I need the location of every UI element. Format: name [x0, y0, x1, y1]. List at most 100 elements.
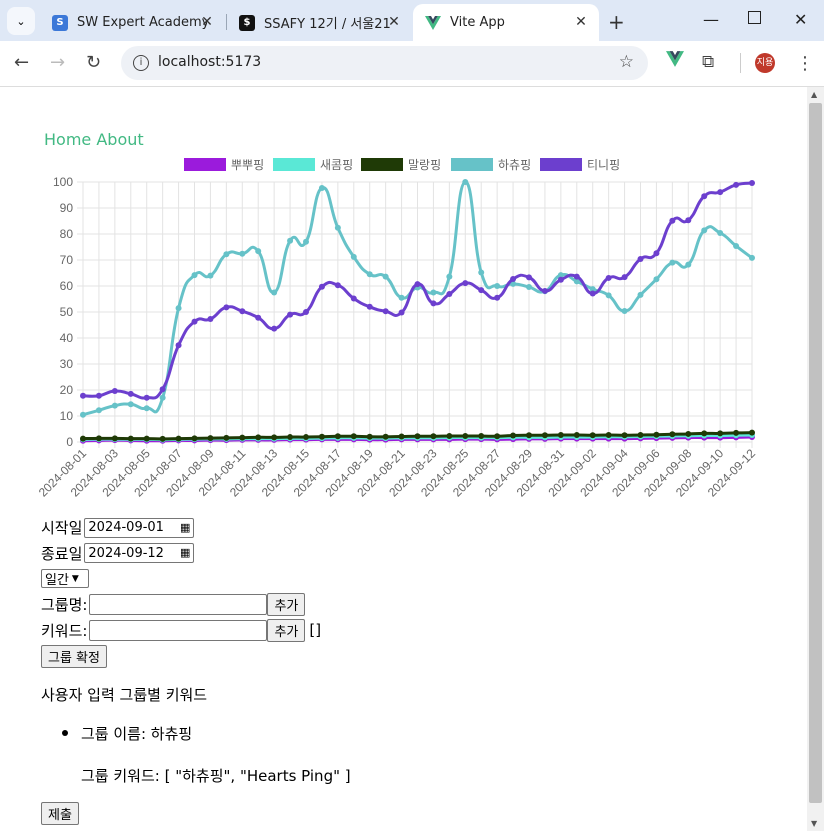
scroll-down-icon[interactable]: ▼: [811, 819, 817, 828]
data-point: [669, 259, 676, 266]
data-point: [95, 392, 102, 399]
data-point: [271, 289, 278, 296]
scroll-up-icon[interactable]: ▲: [811, 90, 817, 99]
calendar-icon[interactable]: ▦: [180, 521, 190, 534]
confirm-group-button[interactable]: 그룹 확정: [41, 645, 107, 669]
scroll-thumb[interactable]: [809, 103, 822, 803]
legend-swatch: [184, 158, 226, 171]
y-tick-label: 70: [60, 253, 74, 267]
data-point: [398, 294, 405, 301]
data-point: [573, 431, 580, 438]
browser-toolbar: ← → ↻ i localhost:5173 ☆ ⧉: [0, 41, 824, 87]
data-point: [733, 181, 740, 188]
data-point: [382, 433, 389, 440]
close-icon[interactable]: ✕: [573, 14, 589, 30]
data-point: [111, 435, 118, 442]
site-info-icon[interactable]: i: [133, 55, 149, 71]
data-point: [430, 300, 437, 307]
minimize-icon[interactable]: —: [703, 10, 719, 29]
chevron-down-icon: ⌄: [16, 14, 26, 28]
data-point: [350, 295, 357, 302]
data-point: [462, 433, 469, 440]
tab-vite-app[interactable]: Vite App ✕: [413, 4, 599, 41]
start-date-label: 시작일: [41, 519, 83, 538]
data-point: [191, 272, 198, 279]
data-point: [127, 435, 134, 442]
close-icon[interactable]: ✕: [199, 14, 215, 30]
back-icon[interactable]: ←: [14, 52, 29, 73]
data-point: [637, 431, 644, 438]
data-point: [382, 308, 389, 315]
legend-swatch: [273, 158, 315, 171]
data-point: [366, 303, 373, 310]
chevron-down-icon: ▼: [71, 573, 79, 584]
add-keyword-button[interactable]: 추가: [267, 618, 306, 642]
window-close-icon[interactable]: ✕: [794, 10, 807, 29]
reload-icon[interactable]: ↻: [86, 52, 101, 73]
keyword-input[interactable]: [89, 619, 268, 641]
data-point: [191, 435, 198, 442]
add-group-button[interactable]: 추가: [267, 593, 306, 617]
start-date-input[interactable]: 2024-09-01 ▦: [84, 517, 195, 538]
forward-icon[interactable]: →: [50, 52, 65, 73]
extensions-icon[interactable]: ⧉: [702, 52, 714, 72]
period-select[interactable]: 일간 ▼: [41, 569, 89, 589]
data-point: [287, 237, 294, 244]
data-point: [685, 261, 692, 268]
page-scrollbar[interactable]: ▲ ▼: [807, 87, 824, 831]
data-point: [223, 251, 230, 258]
data-point: [318, 184, 325, 191]
data-point: [350, 433, 357, 440]
data-point: [287, 434, 294, 441]
vue-devtools-icon[interactable]: [666, 51, 684, 72]
data-point: [685, 430, 692, 437]
calendar-icon[interactable]: ▦: [180, 546, 190, 559]
legend-label: 말랑핑: [408, 158, 441, 172]
data-point: [653, 276, 660, 283]
tab-sw-expert-academy[interactable]: S SW Expert Academy ✕: [40, 4, 225, 41]
data-point: [717, 189, 724, 196]
data-point: [701, 193, 708, 200]
data-point: [446, 291, 453, 298]
toolbar-divider: [740, 53, 741, 73]
avatar[interactable]: 지용: [755, 53, 775, 73]
section-title: 사용자 입력 그룹별 키워드: [41, 686, 208, 704]
end-date-input[interactable]: 2024-09-12 ▦: [84, 543, 195, 564]
data-point: [223, 304, 230, 311]
address-bar[interactable]: i localhost:5173 ☆: [121, 46, 648, 80]
maximize-icon[interactable]: [748, 11, 761, 24]
nav-home-link[interactable]: Home: [44, 130, 91, 149]
submit-button[interactable]: 제출: [41, 802, 79, 825]
period-row: 일간 ▼: [41, 566, 321, 592]
data-point: [669, 431, 676, 438]
data-point: [175, 435, 182, 442]
data-point: [526, 432, 532, 439]
url-text[interactable]: localhost:5173: [158, 54, 261, 70]
close-icon[interactable]: ✕: [386, 14, 402, 30]
confirm-row: 그룹 확정: [41, 644, 321, 670]
data-point: [80, 392, 86, 399]
data-point: [717, 430, 724, 437]
bookmark-star-icon[interactable]: ☆: [619, 52, 634, 72]
tab-ssafy[interactable]: $ SSAFY 12기 / 서울21 ✕: [227, 4, 412, 41]
vue-icon: [425, 15, 441, 31]
group-name-input[interactable]: [89, 594, 268, 616]
end-date-value: 2024-09-12: [88, 545, 164, 561]
y-tick-label: 0: [66, 435, 73, 449]
data-point: [398, 309, 405, 316]
data-point: [303, 434, 309, 441]
data-point: [733, 242, 740, 249]
new-tab-icon[interactable]: +: [608, 10, 625, 34]
data-point: [478, 433, 485, 440]
data-point: [143, 405, 150, 412]
y-tick-label: 20: [60, 383, 74, 397]
nav-about-link[interactable]: About: [96, 130, 143, 149]
data-point: [446, 273, 453, 280]
data-point: [701, 430, 708, 437]
data-point: [749, 429, 755, 436]
tab-search-button[interactable]: ⌄: [7, 7, 35, 35]
more-options-icon[interactable]: ⋮: [796, 53, 814, 74]
bullet-icon: [62, 730, 68, 736]
data-point: [239, 250, 246, 257]
data-point: [510, 275, 517, 282]
